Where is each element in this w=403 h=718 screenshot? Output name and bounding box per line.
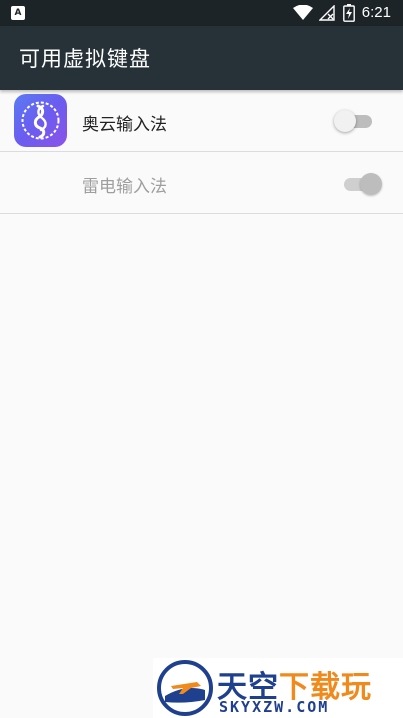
- aoyun-toggle[interactable]: [334, 109, 376, 133]
- status-bar: A 6:21: [0, 0, 403, 26]
- leidian-toggle: [342, 172, 384, 196]
- watermark: 天空下载玩 SKYXZW.COM: [153, 658, 403, 718]
- app-bar: 可用虚拟键盘: [0, 26, 403, 90]
- keyboard-label: 雷电输入法: [82, 177, 167, 197]
- no-signal-icon: [319, 5, 335, 21]
- notification-a-icon: A: [11, 6, 25, 20]
- page-title: 可用虚拟键盘: [19, 47, 151, 71]
- battery-charging-icon: [343, 4, 355, 22]
- sky-logo-icon: [157, 660, 213, 716]
- keyboard-row-leidian: 雷电输入法: [0, 152, 403, 214]
- notification-glyph: A: [14, 8, 22, 18]
- clock: 6:21: [361, 4, 391, 21]
- keyboard-label: 奥云输入法: [82, 115, 167, 135]
- toggle-thumb: [360, 173, 382, 195]
- wifi-icon: [293, 5, 313, 20]
- aoyun-logo-icon: [21, 101, 60, 140]
- keyboard-row-aoyun[interactable]: 奥云输入法: [0, 90, 403, 152]
- aoyun-app-icon: [14, 94, 67, 147]
- toggle-thumb: [334, 110, 356, 132]
- keyboard-list: 奥云输入法 雷电输入法: [0, 90, 403, 214]
- watermark-domain: SKYXZW.COM: [219, 698, 330, 716]
